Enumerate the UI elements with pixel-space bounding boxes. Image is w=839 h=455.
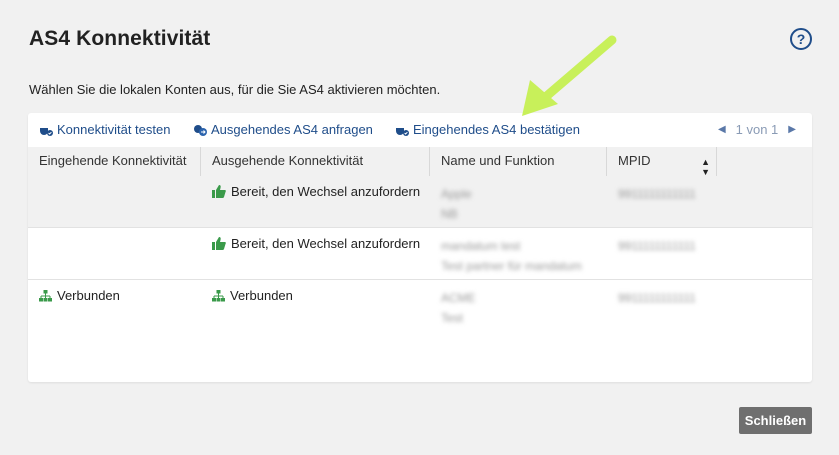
incoming-cell [28, 176, 201, 227]
mpid-cell: 9911111111111 [607, 280, 717, 332]
table-row[interactable]: Bereit, den Wechsel anzufordern mandatum… [28, 228, 812, 280]
network-icon [212, 289, 225, 301]
annotation-arrow [522, 35, 617, 116]
outgoing-status: Bereit, den Wechsel anzufordern [231, 236, 421, 251]
outgoing-cell: Verbunden [201, 280, 430, 332]
account-name: mandatum test [441, 239, 521, 253]
mpid-cell: 9911111111111 [607, 176, 717, 227]
pager-prev-button[interactable]: ◀ [718, 124, 726, 135]
mpid-cell: 9911111111111 [607, 228, 717, 279]
incoming-status: Verbunden [57, 288, 120, 303]
outgoing-cell: Bereit, den Wechsel anzufordern [201, 228, 430, 279]
outgoing-status: Bereit, den Wechsel anzufordern [231, 184, 421, 199]
request-outgoing-as4-button[interactable]: Ausgehendes AS4 anfragen [193, 122, 373, 137]
mpid-value: 9911111111111 [618, 291, 696, 305]
plug-confirm-icon [396, 123, 409, 136]
pager: ◀ 1 von 1 ▶ [718, 122, 796, 137]
column-header-outgoing[interactable]: Ausgehende Konnektivität [201, 147, 430, 176]
help-icon: ? [796, 31, 806, 47]
account-role: NB [441, 207, 458, 221]
test-connectivity-label: Konnektivität testen [57, 122, 171, 137]
name-cell: mandatum test Test partner für mandatum [430, 228, 607, 279]
column-header-mpid-label: MPID [618, 153, 651, 168]
help-button[interactable]: ? [790, 28, 812, 50]
incoming-cell [28, 228, 201, 279]
incoming-cell: Verbunden [28, 280, 201, 332]
network-icon [39, 289, 52, 301]
plug-check-icon [40, 123, 53, 136]
mpid-value: 9911111111111 [618, 187, 696, 201]
accounts-panel: Konnektivität testen Ausgehendes AS4 anf… [28, 113, 812, 382]
dialog-title: AS4 Konnektivität [29, 27, 211, 50]
outgoing-cell: Bereit, den Wechsel anzufordern [201, 176, 430, 227]
confirm-incoming-as4-button[interactable]: Eingehendes AS4 bestätigen [395, 122, 580, 137]
toolbar: Konnektivität testen Ausgehendes AS4 anf… [28, 113, 812, 147]
name-cell: Apple NB [430, 176, 607, 227]
account-role: Test partner für mandatum [441, 259, 582, 273]
mpid-value: 9911111111111 [618, 239, 696, 253]
confirm-incoming-as4-label: Eingehendes AS4 bestätigen [413, 122, 580, 137]
table-header: Eingehende Konnektivität Ausgehende Konn… [28, 147, 812, 177]
instruction-text: Wählen Sie die lokalen Konten aus, für d… [29, 82, 441, 97]
account-name: ACME [441, 291, 476, 305]
column-header-mpid[interactable]: MPID ▲ ▼ [607, 147, 717, 177]
thumbs-up-icon [212, 185, 226, 198]
pager-next-button[interactable]: ▶ [788, 124, 796, 135]
request-outgoing-as4-label: Ausgehendes AS4 anfragen [211, 122, 373, 137]
column-header-incoming[interactable]: Eingehende Konnektivität [28, 147, 201, 176]
thumbs-up-icon [212, 237, 226, 250]
outgoing-status: Verbunden [230, 288, 293, 303]
pager-text: 1 von 1 [735, 122, 779, 137]
name-cell: ACME Test [430, 280, 607, 332]
account-name: Apple [441, 187, 472, 201]
test-connectivity-button[interactable]: Konnektivität testen [39, 122, 170, 137]
outgoing-request-icon [194, 124, 207, 136]
account-role: Test [441, 311, 464, 325]
table-row[interactable]: Verbunden Verbunden ACME Test 9911111111… [28, 280, 812, 332]
close-button[interactable]: Schließen [739, 407, 812, 434]
column-header-name[interactable]: Name und Funktion [430, 147, 607, 176]
sort-icon[interactable]: ▲ ▼ [701, 157, 710, 177]
table-row[interactable]: Bereit, den Wechsel anzufordern Apple NB… [28, 176, 812, 228]
